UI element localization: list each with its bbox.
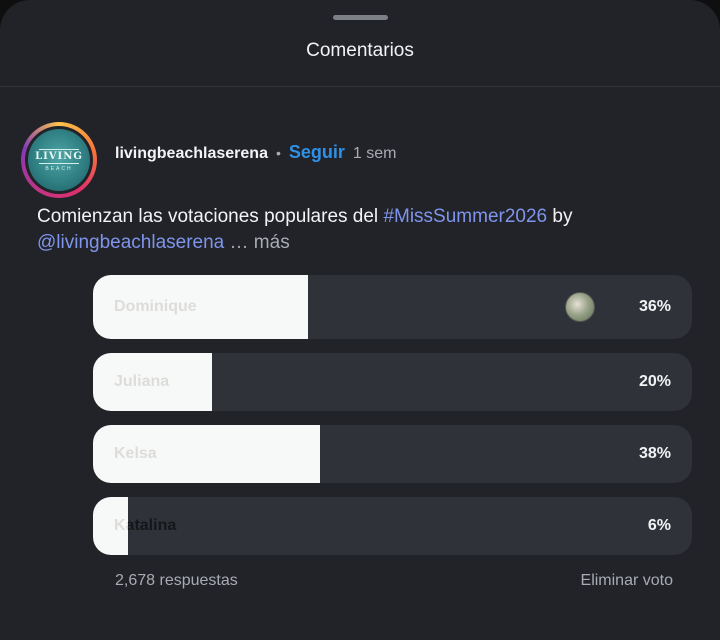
separator-dot: • [275, 145, 281, 161]
poll-option-label: Juliana [114, 373, 170, 390]
poll-option-juliana[interactable]: Juliana 20% [93, 353, 692, 411]
remove-vote-button[interactable]: Eliminar voto [581, 572, 673, 590]
poll-option-percent: 20% [638, 373, 671, 390]
poll-option-kelsa[interactable]: Kelsa 38% [93, 425, 692, 483]
poll-option-percent: 6% [647, 517, 671, 534]
mention-link[interactable]: @livingbeachlaserena [37, 232, 224, 253]
header-divider [0, 86, 720, 87]
poll-option-percent: 38% [638, 445, 671, 462]
voter-avatar [565, 292, 595, 322]
poll-responses-count[interactable]: 2,678 respuestas [115, 572, 238, 590]
more-link[interactable]: … más [224, 232, 290, 253]
post-header: livingbeachlaserena • Seguir 1 sem [115, 142, 396, 163]
follow-button[interactable]: Seguir [289, 142, 345, 163]
post-time: 1 sem [352, 145, 397, 162]
living-beach-logo: LIVING BEACH [28, 129, 90, 191]
poll-option-dominique[interactable]: Dominique 36% [93, 275, 692, 339]
username[interactable]: livingbeachlaserena [115, 145, 268, 163]
poll-option-katalina[interactable]: Katalina 6% [93, 497, 692, 555]
poll-option-label: Kelsa [114, 445, 157, 462]
post-caption: Comienzan las votaciones populares del #… [37, 206, 573, 253]
sheet-drag-handle[interactable] [333, 15, 388, 20]
poll-option-label: Katalina [114, 517, 177, 534]
hashtag-link[interactable]: #MissSummer2026 [383, 206, 547, 227]
comments-sheet: Comentarios LIVING BEACH livingbeachlase… [0, 0, 720, 640]
sheet-title: Comentarios [306, 40, 414, 61]
avatar[interactable]: LIVING BEACH [21, 122, 97, 198]
poll-option-percent: 36% [638, 298, 671, 315]
poll-option-label: Dominique [114, 298, 197, 315]
